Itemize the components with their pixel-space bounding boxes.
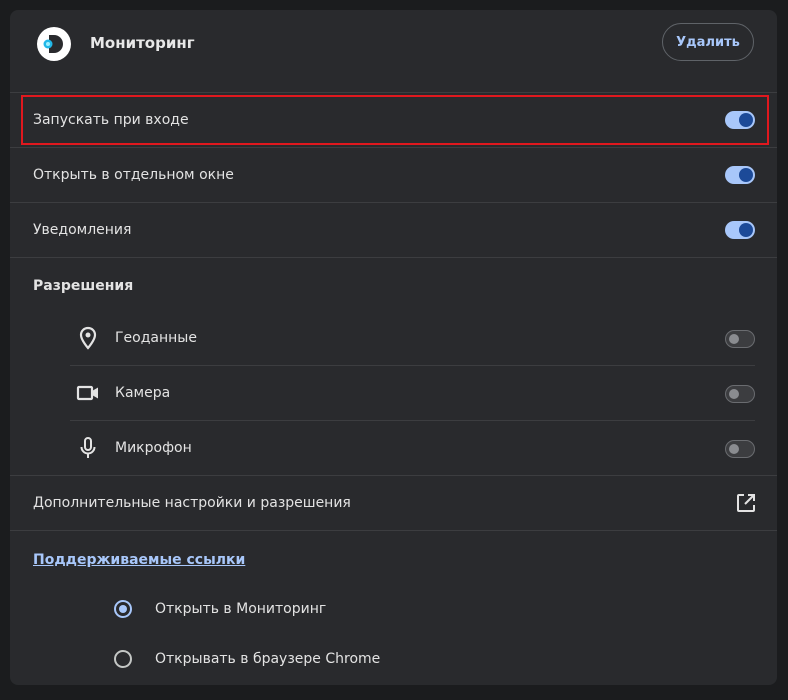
toggle-knob [739, 168, 753, 182]
more-settings-row[interactable]: Дополнительные настройки и разрешения [10, 475, 777, 530]
toggle-knob [729, 444, 739, 454]
setting-row-open-in-window[interactable]: Открыть в отдельном окне [10, 147, 777, 202]
more-settings-label: Дополнительные настройки и разрешения [33, 495, 351, 511]
toggle-knob [729, 389, 739, 399]
radio-dot [119, 605, 127, 613]
app-header: Мониторинг Удалить [10, 10, 777, 80]
toggle-knob [739, 223, 753, 237]
permission-row-microphone[interactable]: Микрофон [70, 421, 755, 476]
camera-toggle[interactable] [725, 385, 755, 403]
microphone-icon [80, 437, 96, 458]
radio-label-open-in-app: Открыть в Мониторинг [155, 601, 327, 617]
toggle-knob [739, 113, 753, 127]
app-title: Мониторинг [90, 34, 195, 52]
launch-on-login-label: Запускать при входе [33, 112, 189, 128]
microphone-toggle[interactable] [725, 440, 755, 458]
radio-open-in-app[interactable] [114, 600, 132, 618]
open-in-window-label: Открыть в отдельном окне [33, 167, 234, 183]
app-logo-icon [37, 27, 71, 61]
video-camera-icon [76, 385, 98, 401]
radio-label-open-in-chrome: Открывать в браузере Chrome [155, 651, 381, 667]
app-settings-card: Мониторинг Удалить Запускать при входе О… [10, 10, 777, 685]
open-in-window-toggle[interactable] [725, 166, 755, 184]
permission-row-location[interactable]: Геоданные [70, 311, 755, 366]
radio-open-in-chrome[interactable] [114, 650, 132, 668]
notifications-label: Уведомления [33, 222, 132, 238]
toggle-knob [729, 334, 739, 344]
remove-button[interactable]: Удалить [662, 23, 754, 61]
location-toggle[interactable] [725, 330, 755, 348]
permission-label-microphone: Микрофон [115, 440, 192, 456]
permission-label-camera: Камера [115, 385, 171, 401]
notifications-toggle[interactable] [725, 221, 755, 239]
setting-row-notifications[interactable]: Уведомления [10, 202, 777, 257]
location-pin-icon [79, 326, 97, 350]
permission-label-location: Геоданные [115, 330, 197, 346]
open-in-new-icon[interactable] [735, 492, 757, 514]
permission-row-camera[interactable]: Камера [70, 366, 755, 421]
permissions-section: Разрешения Геоданные Камера Микрофон [10, 257, 777, 477]
launch-on-login-toggle[interactable] [725, 111, 755, 129]
permissions-title: Разрешения [33, 278, 134, 294]
supported-links-link[interactable]: Поддерживаемые ссылки [33, 550, 245, 570]
setting-row-launch-on-login[interactable]: Запускать при входе [10, 92, 777, 147]
